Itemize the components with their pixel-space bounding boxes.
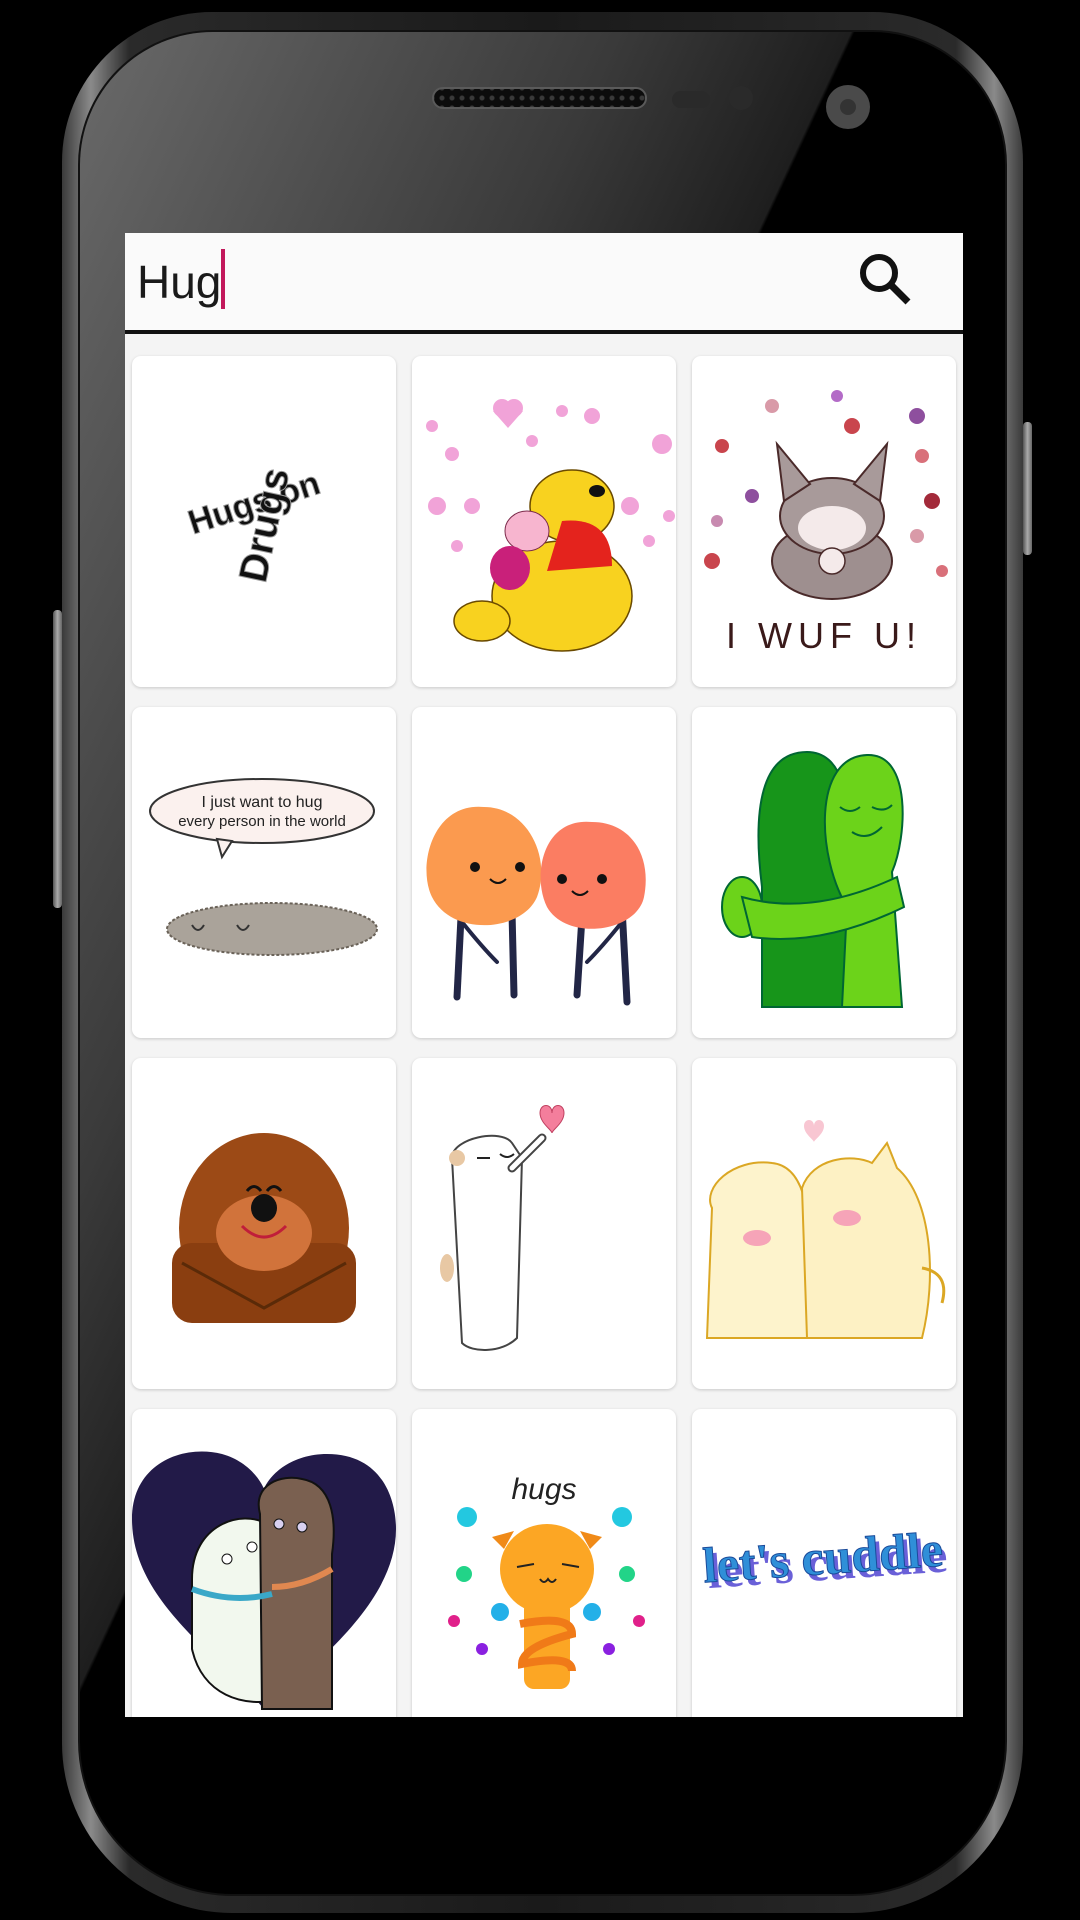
sticker-card[interactable] [412,356,676,687]
sticker-orange-cat-hugs: hugs [448,1473,645,1689]
sticker-text: Drugs [231,464,298,586]
sticker-hugs-on-drugs: Hugs on Drugs [183,463,325,586]
sticker-text: hugs [511,1473,576,1506]
sticker-text: I just want to hug [202,794,323,811]
sticker-text: I WUF U! [726,615,922,656]
sticker-card[interactable] [412,707,676,1038]
sticker-cream-cats [705,1120,946,1339]
sticker-card[interactable]: Hugs on Drugs [132,356,396,687]
speech-bubble [149,778,375,844]
sticker-card[interactable]: I just want to hug every person in the w… [132,707,396,1038]
earpiece-speaker [432,87,647,109]
app-screen: Hugs on Drugs [125,233,963,1717]
search-icon [860,254,911,305]
front-camera [826,85,870,129]
proximity-sensor [672,91,710,108]
sticker-card[interactable] [412,1058,676,1389]
sticker-green-hug [721,750,906,1008]
sticker-brown-bear [172,1133,356,1323]
sticker-card[interactable]: I WUF U! [692,356,956,687]
sticker-wolf-wuf: I WUF U! [704,390,948,656]
sticker-card[interactable]: let's cuddle let's cuddle [692,1409,956,1717]
sticker-card[interactable] [132,1058,396,1389]
sticker-card[interactable] [692,1058,956,1389]
sticker-peaches-hug [426,806,646,1006]
sticker-white-cat-heart [440,1105,565,1351]
search-input[interactable] [137,247,817,317]
sticker-card[interactable]: hugs [412,1409,676,1717]
text-cursor [221,249,225,309]
sticker-card[interactable] [692,707,956,1038]
power-button [1023,422,1032,555]
light-sensor [729,86,753,110]
volume-button [53,610,62,908]
sticker-lets-cuddle: let's cuddle let's cuddle [701,1520,950,1599]
sticker-grid: Hugs on Drugs I WUF U! I just want to hu… [132,356,957,1717]
sticker-text: every person in the world [178,813,346,830]
sticker-dogs-heart [132,1451,396,1710]
sticker-card[interactable] [132,1409,396,1717]
search-button[interactable] [850,245,922,317]
sticker-pooh-piglet [426,399,675,652]
search-bar [125,233,963,334]
sticker-pusheen-hug: I just want to hug every person in the w… [149,778,378,956]
